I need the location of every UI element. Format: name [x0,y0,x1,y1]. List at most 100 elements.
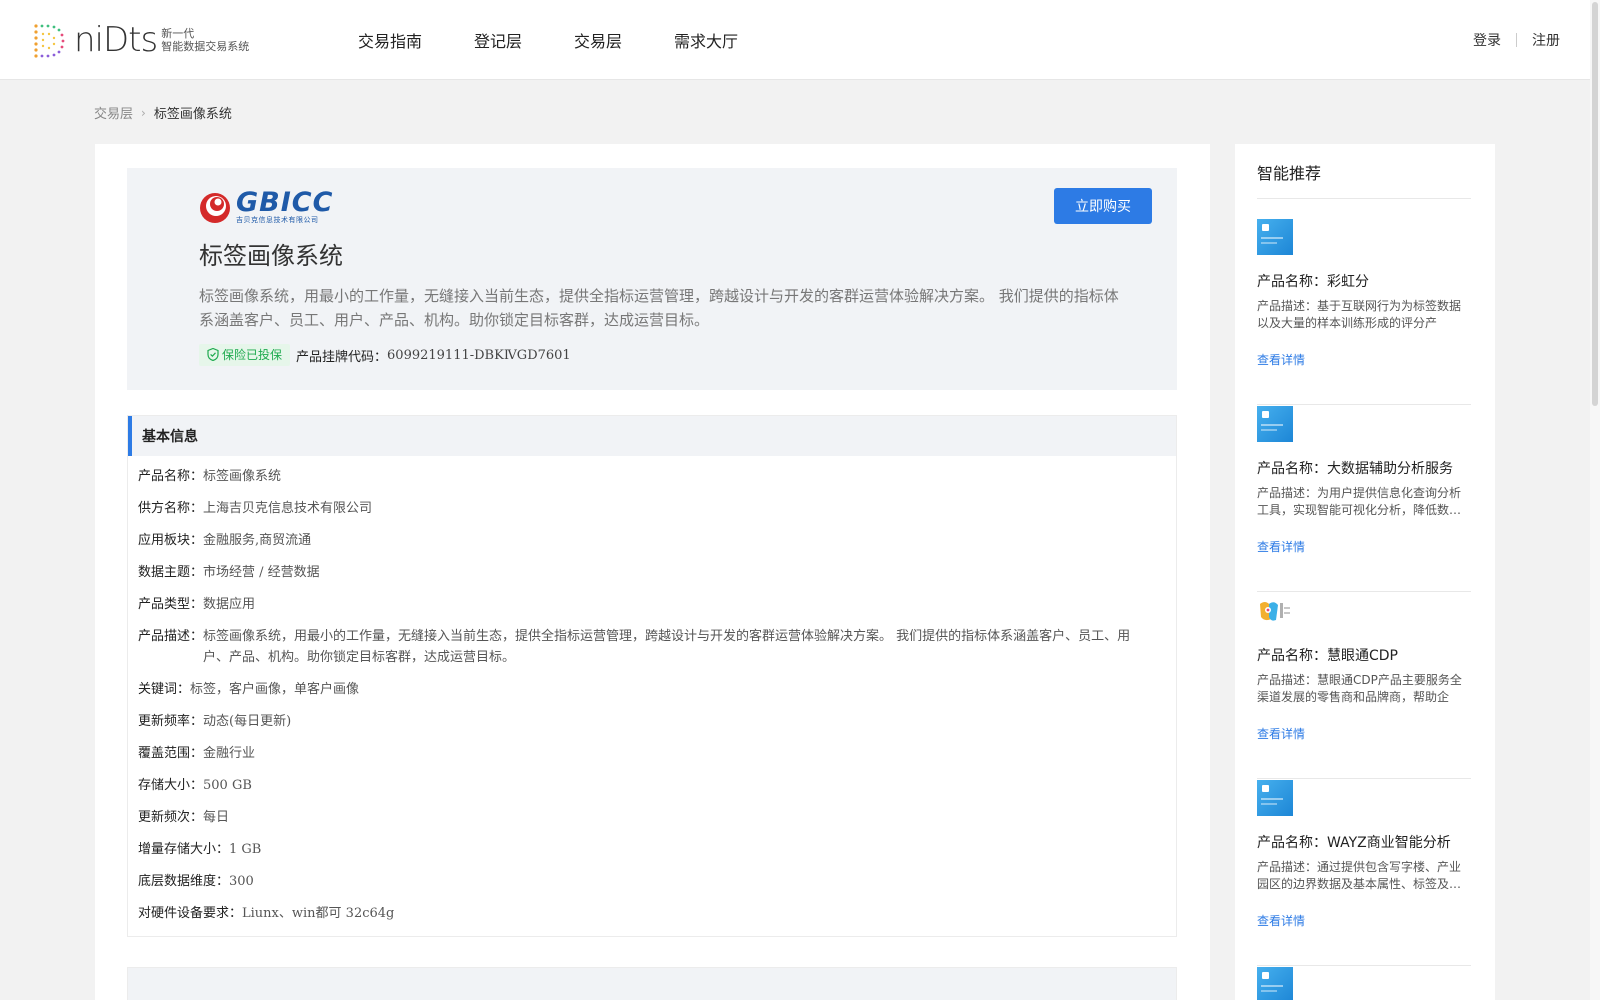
view-details-link[interactable]: 查看详情 [1257,351,1305,368]
info-row-supplier: 供方名称： 上海吉贝克信息技术有限公司 [138,498,1176,519]
basic-info-title: 基本信息 [128,416,1176,456]
product-title: 标签画像系统 [199,242,343,270]
next-section-header [127,967,1177,1000]
info-value: 金融行业 [203,746,256,761]
rec-card[interactable]: 产品名称：慧眼通CDP 产品描述：慧眼通CDP产品主要服务全渠道发展的零售商和品… [1257,593,1471,779]
info-label: 增量存储大小： [138,842,230,857]
recommendation-title: 智能推荐 [1257,164,1322,183]
site-logo[interactable]: niDts 新一代 智能数据交易系统 [30,20,249,60]
breadcrumb: 交易层 › 标签画像系统 [94,103,232,123]
vendor-logo-icon [200,192,230,223]
chevron-right-icon: › [141,105,146,120]
info-row-keywords: 关键词： 标签，客户画像，单客户画像 [138,679,1176,700]
info-value: 金融服务,商贸流通 [203,533,312,548]
basic-info-list: 产品名称： 标签画像系统 供方名称： 上海吉贝克信息技术有限公司 应用板块： 金融服务… [128,456,1176,924]
info-row-incremental-storage: 增量存储大小： 1 GB [138,839,1176,860]
product-thumbnail[interactable] [1257,780,1293,816]
info-label: 产品类型： [138,597,204,612]
basic-info-section: 基本信息 产品名称： 标签画像系统 供方名称： 上海吉贝克信息技术有限公司 应用板块… [127,415,1177,937]
logo-dots-icon [34,24,65,58]
nav-trading-layer[interactable]: 交易层 [574,28,622,52]
info-value: 标签，客户画像，单客户画像 [190,682,360,697]
vendor-brand-name: GBICC [236,187,334,218]
buy-now-button[interactable]: 立即购买 [1054,188,1152,224]
register-link[interactable]: 注册 [1532,30,1560,50]
info-row-coverage: 覆盖范围： 金融行业 [138,743,1176,764]
product-thumbnail[interactable] [1257,967,1293,1000]
info-value: 300 [229,874,254,889]
recommendation-panel: 智能推荐 产品名称：彩虹分 产品描述：基于互联网行为为标签数据以及大量的样本训练… [1235,144,1495,1000]
rec-product-name[interactable]: 产品名称：WAYZ商业智能分析 [1257,832,1451,852]
login-link[interactable]: 登录 [1473,30,1501,50]
nav-trade-guide[interactable]: 交易指南 [358,28,422,52]
info-row-product-name: 产品名称： 标签画像系统 [138,466,1176,487]
rec-product-name[interactable]: 产品名称：大数据辅助分析服务 [1257,458,1453,478]
info-value: 标签画像系统 [203,469,282,484]
info-value: 1 GB [229,842,262,857]
auth-divider [1516,33,1517,47]
product-meta: 保险已投保 产品挂牌代码： 6099219111-DBKⅣGD7601 [199,344,571,366]
info-value: 数据应用 [203,597,256,612]
insurance-badge: 保险已投保 [199,344,291,366]
view-details-link[interactable]: 查看详情 [1257,538,1305,555]
info-row-data-dimension: 底层数据维度： 300 [138,871,1176,892]
breadcrumb-current: 标签画像系统 [153,107,232,122]
recommendation-divider [1257,198,1471,199]
info-value: 上海吉贝克信息技术有限公司 [203,501,373,516]
info-row-storage-size: 存储大小： 500 GB [138,775,1176,796]
page-scrollbar[interactable] [1590,0,1600,1000]
nav-demand-hall[interactable]: 需求大厅 [674,28,738,52]
info-label: 应用板块： [138,533,204,548]
rec-product-name[interactable]: 产品名称：彩虹分 [1257,271,1369,291]
info-label: 存储大小： [138,778,204,793]
view-details-link[interactable]: 查看详情 [1257,912,1305,929]
logo-subtitle-line1: 新一代 [161,27,195,40]
auth-links: 登录 注册 [1473,0,1560,80]
logo-subtitle-line2: 智能数据交易系统 [161,40,250,53]
main-nav: 交易指南 登记层 交易层 需求大厅 [358,0,790,80]
info-value: 动态(每日更新) [203,714,292,729]
info-label: 覆盖范围： [138,746,204,761]
info-label: 数据主题： [138,565,204,580]
info-row-application: 应用板块： 金融服务,商贸流通 [138,530,1176,551]
vendor-brand-cn: 吉贝克信息技术有限公司 [236,216,319,224]
rec-product-name[interactable]: 产品名称：慧眼通CDP [1257,645,1398,665]
info-row-product-type: 产品类型： 数据应用 [138,594,1176,615]
info-label: 底层数据维度： [138,874,230,889]
rec-product-desc: 产品描述：慧眼通CDP产品主要服务全渠道发展的零售商和品牌商，帮助企业… [1257,673,1462,704]
listing-code-value: 6099219111-DBKⅣGD7601 [387,347,571,363]
product-description: 标签画像系统，用最小的工作量，无缝接入当前生态，提供全指标运营管理，跨越设计与开… [199,287,1119,329]
info-value: Liunx、win都可 32c64g [242,906,395,921]
huiyantong-logo-icon [1260,602,1290,621]
info-label: 产品名称： [138,469,204,484]
info-row-data-theme: 数据主题： 市场经营 / 经营数据 [138,562,1176,583]
rec-card[interactable]: 产品名称：彩虹分 产品描述：基于互联网行为为标签数据以及大量的样本训练形成的评分… [1257,219,1471,405]
rec-card[interactable]: 产品名称：WAYZ商业智能分析 产品描述：通过提供包含写字楼、产业园区的边界数据… [1257,780,1471,966]
view-details-link[interactable]: 查看详情 [1257,725,1305,742]
product-hero: GBICC 吉贝克信息技术有限公司 立即购买 标签画像系统 标签画像系统，用最小… [127,168,1177,390]
listing-code-label: 产品挂牌代码： [296,349,388,365]
info-row-update-frequency: 更新频率： 动态(每日更新) [138,711,1176,732]
info-row-description: 产品描述： 标签画像系统，用最小的工作量，无缝接入当前生态，提供全指标运营管理，跨… [138,626,1176,668]
product-detail-card: GBICC 吉贝克信息技术有限公司 立即购买 标签画像系统 标签画像系统，用最小… [95,144,1210,1000]
rec-product-desc: 产品描述：通过提供包含写字楼、产业园区的边界数据及基本属性、标签及… [1257,860,1462,891]
vendor-logo: GBICC 吉贝克信息技术有限公司 [199,187,334,225]
info-label: 更新频率： [138,714,204,729]
insurance-badge-label: 保险已投保 [222,348,283,362]
product-thumbnail[interactable] [1257,219,1293,255]
rec-card[interactable]: 产品名称：大数据辅助分析服务 产品描述：为用户提供信息化查询分析工具，实现智能可… [1257,406,1471,592]
rec-product-desc: 产品描述：基于互联网行为为标签数据以及大量的样本训练形成的评分产品，… [1257,299,1462,330]
top-header: niDts 新一代 智能数据交易系统 交易指南 登记层 交易层 需求大厅 登录 … [0,0,1600,80]
info-value: 500 GB [203,778,252,793]
logo-wordmark: niDts [74,20,158,60]
info-value: 每日 [203,810,230,825]
breadcrumb-parent[interactable]: 交易层 [94,103,133,122]
nav-registration-layer[interactable]: 登记层 [474,28,522,52]
product-thumbnail[interactable] [1257,406,1293,442]
info-value: 标签画像系统，用最小的工作量，无缝接入当前生态，提供全指标运营管理，跨越设计与开… [203,629,1131,665]
info-label: 对硬件设备要求： [138,906,243,921]
logo-subtitle: 新一代 智能数据交易系统 [161,27,249,53]
info-label: 关键词： [138,682,191,697]
product-thumbnail[interactable] [1257,593,1293,629]
scrollbar-thumb[interactable] [1592,2,1598,406]
